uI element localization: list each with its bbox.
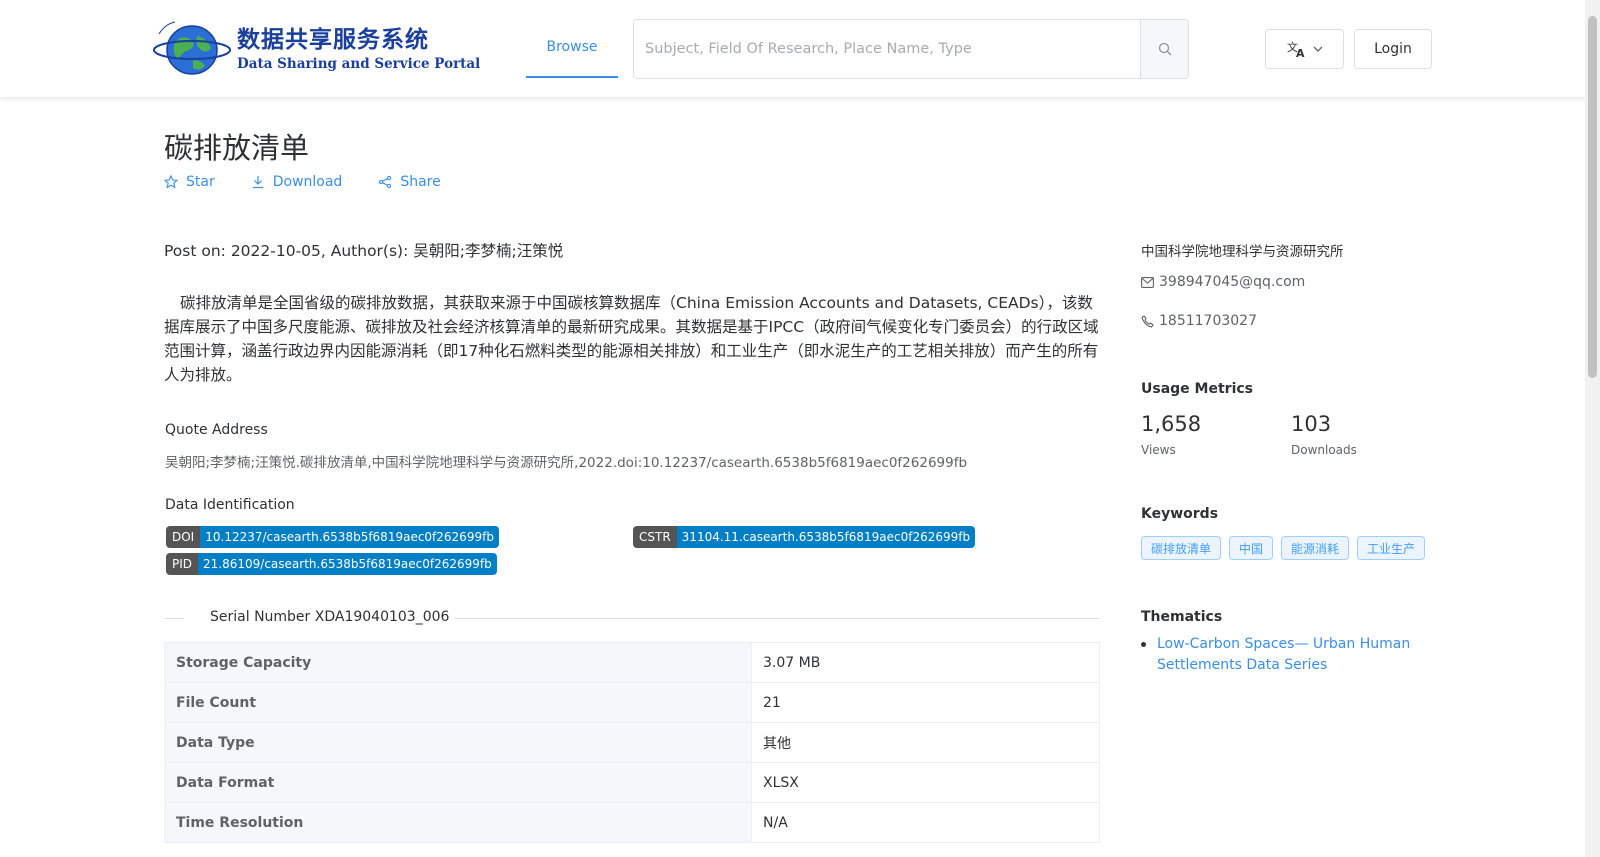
keyword-tag[interactable]: 碳排放清单 bbox=[1141, 536, 1222, 560]
globe-logo-icon bbox=[153, 21, 231, 75]
star-label: Star bbox=[186, 174, 215, 190]
time-resolution-label: Time Resolution bbox=[164, 802, 752, 843]
search-bar bbox=[633, 19, 1189, 79]
cstr-badge[interactable]: CSTR 31104.11.casearth.6538b5f6819aec0f2… bbox=[633, 526, 976, 548]
storage-capacity-label: Storage Capacity bbox=[164, 642, 752, 683]
doi-badge-value: 10.12237/casearth.6538b5f6819aec0f262699… bbox=[200, 526, 499, 548]
downloads-label: Downloads bbox=[1291, 443, 1357, 457]
cstr-badge-value: 31104.11.casearth.6538b5f6819aec0f262699… bbox=[676, 526, 976, 548]
time-resolution-value: N/A bbox=[751, 802, 1100, 843]
language-switcher[interactable]: 文 A bbox=[1265, 29, 1344, 69]
keyword-tag[interactable]: 能源消耗 bbox=[1281, 536, 1350, 560]
top-header: 数据共享服务系统 Data Sharing and Service Portal… bbox=[0, 0, 1585, 98]
download-icon bbox=[252, 176, 263, 189]
share-icon bbox=[379, 175, 392, 189]
views-label: Views bbox=[1141, 443, 1176, 457]
data-type-value: 其他 bbox=[751, 722, 1100, 763]
downloads-count: 103 bbox=[1291, 412, 1332, 436]
thematic-item: Low-Carbon Spaces— Urban Human Settlemen… bbox=[1141, 634, 1436, 676]
pid-badge[interactable]: PID 21.86109/casearth.6538b5f6819aec0f26… bbox=[166, 553, 497, 575]
download-label: Download bbox=[272, 174, 343, 190]
storage-capacity-value: 3.07 MB bbox=[751, 642, 1100, 683]
logo-title-cn: 数据共享服务系统 bbox=[237, 27, 429, 53]
quote-address-text: 吴朝阳;李梦楠;汪策悦.碳排放清单,中国科学院地理科学与资源研究所,2022.d… bbox=[165, 455, 968, 471]
cstr-badge-key: CSTR bbox=[633, 526, 677, 548]
site-logo[interactable]: 数据共享服务系统 Data Sharing and Service Portal bbox=[153, 20, 480, 78]
star-icon bbox=[164, 175, 178, 189]
share-button[interactable]: Share bbox=[378, 174, 441, 190]
page-scrollbar[interactable] bbox=[1585, 0, 1600, 857]
pid-badge-key: PID bbox=[166, 553, 199, 575]
table-row: File Count 21 bbox=[164, 682, 1100, 723]
divider-line-left bbox=[164, 618, 184, 619]
table-row: Storage Capacity 3.07 MB bbox=[164, 642, 1100, 683]
thematics-heading: Thematics bbox=[1141, 609, 1223, 625]
table-row: Data Format XLSX bbox=[164, 762, 1100, 803]
mail-icon bbox=[1141, 276, 1154, 288]
dataset-info-table: Storage Capacity 3.07 MB File Count 21 D… bbox=[164, 642, 1100, 843]
contact-phone: 18511703027 bbox=[1141, 313, 1257, 329]
file-count-value: 21 bbox=[751, 682, 1100, 723]
svg-text:A: A bbox=[1296, 47, 1305, 58]
nav-browse-tab[interactable]: Browse bbox=[526, 20, 618, 78]
keyword-tag[interactable]: 中国 bbox=[1229, 536, 1274, 560]
serial-number-divider: Serial Number XDA19040103_006 bbox=[164, 608, 1100, 630]
thematic-link[interactable]: Low-Carbon Spaces— Urban Human Settlemen… bbox=[1157, 634, 1436, 676]
pid-badge-value: 21.86109/casearth.6538b5f6819aec0f262699… bbox=[198, 553, 497, 575]
star-button[interactable]: Star bbox=[164, 174, 215, 190]
quote-address-label: Quote Address bbox=[165, 422, 268, 438]
contact-email[interactable]: 398947045@qq.com bbox=[1141, 274, 1305, 290]
dataset-description: 碳排放清单是全国省级的碳排放数据，其获取来源于中国碳核算数据库（China Em… bbox=[164, 294, 1099, 384]
phone-icon bbox=[1141, 314, 1154, 328]
phone-text: 18511703027 bbox=[1159, 313, 1257, 329]
table-row: Data Type 其他 bbox=[164, 722, 1100, 763]
divider-line-right bbox=[444, 618, 1100, 619]
post-meta: Post on: 2022-10-05, Author(s): 吴朝阳;李梦楠;… bbox=[164, 242, 564, 260]
chevron-down-icon bbox=[1313, 46, 1322, 52]
search-input[interactable] bbox=[634, 20, 1140, 78]
email-text: 398947045@qq.com bbox=[1159, 274, 1306, 290]
translate-icon: 文 A bbox=[1287, 40, 1305, 58]
search-icon bbox=[1158, 42, 1171, 56]
share-label: Share bbox=[400, 174, 441, 190]
keyword-tags: 碳排放清单 中国 能源消耗 工业生产 bbox=[1141, 536, 1426, 560]
scrollbar-thumb[interactable] bbox=[1588, 16, 1597, 378]
doi-badge-key: DOI bbox=[166, 526, 201, 548]
keywords-heading: Keywords bbox=[1141, 506, 1219, 522]
organization-name: 中国科学院地理科学与资源研究所 bbox=[1141, 244, 1344, 260]
views-count: 1,658 bbox=[1141, 412, 1202, 436]
logo-title-en: Data Sharing and Service Portal bbox=[237, 56, 481, 72]
keyword-tag[interactable]: 工业生产 bbox=[1357, 536, 1426, 560]
login-button[interactable]: Login bbox=[1354, 29, 1432, 69]
data-type-label: Data Type bbox=[164, 722, 752, 763]
download-button[interactable]: Download bbox=[251, 174, 343, 190]
search-button[interactable] bbox=[1140, 20, 1188, 78]
page-title: 碳排放清单 bbox=[164, 131, 310, 165]
data-format-label: Data Format bbox=[164, 762, 752, 803]
data-format-value: XLSX bbox=[751, 762, 1100, 803]
file-count-label: File Count bbox=[164, 682, 752, 723]
list-bullet bbox=[1141, 642, 1146, 647]
action-bar: Star Download Share bbox=[164, 172, 477, 192]
table-row: Time Resolution N/A bbox=[164, 802, 1100, 843]
data-identification-label: Data Identification bbox=[165, 497, 295, 513]
doi-badge[interactable]: DOI 10.12237/casearth.6538b5f6819aec0f26… bbox=[166, 526, 499, 548]
serial-number: Serial Number XDA19040103_006 bbox=[204, 609, 456, 625]
usage-metrics-heading: Usage Metrics bbox=[1141, 381, 1253, 397]
